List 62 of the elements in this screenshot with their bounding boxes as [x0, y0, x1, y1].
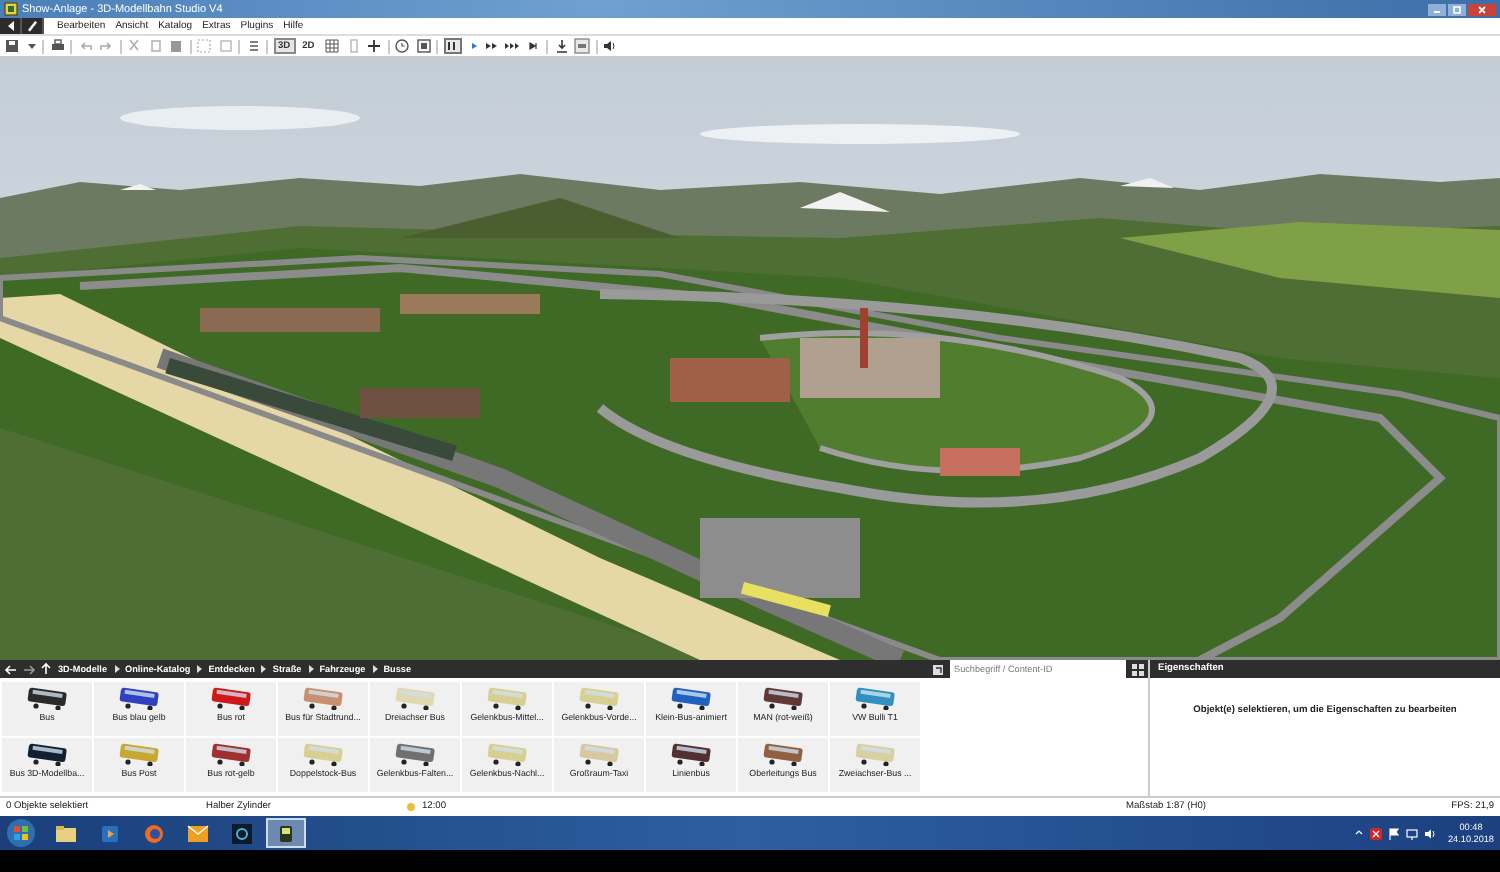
clock-icon[interactable]: [394, 38, 411, 54]
grid-view-icon[interactable]: [1132, 663, 1144, 675]
bus-thumbnail: [761, 742, 805, 766]
bus-thumbnail: [577, 742, 621, 766]
taskbar-app-button[interactable]: [266, 818, 306, 848]
bus-thumbnail: [301, 686, 345, 710]
maximize-icon[interactable]: [1448, 3, 1466, 15]
app-icon: [4, 2, 18, 16]
bus-thumbnail: [25, 742, 69, 766]
paste-icon[interactable]: [168, 38, 184, 54]
plus-icon[interactable]: [366, 38, 383, 54]
download-icon[interactable]: [553, 38, 570, 54]
list-icon[interactable]: [245, 38, 261, 54]
chevron-icon: [113, 664, 120, 674]
print-icon[interactable]: [49, 38, 65, 54]
bus-thumbnail: [117, 742, 161, 766]
browser-icon: [140, 819, 168, 847]
tray-caret-icon[interactable]: [1354, 828, 1364, 838]
edit-mode-button[interactable]: [22, 18, 44, 34]
network-icon[interactable]: [1406, 827, 1418, 839]
grid-icon[interactable]: [324, 38, 341, 54]
speaker-icon[interactable]: [1424, 827, 1436, 839]
chevron-icon: [371, 664, 378, 674]
warning-tray-icon[interactable]: [1370, 827, 1382, 839]
chevron-icon: [307, 664, 314, 674]
bus-thumbnail: [761, 686, 805, 710]
faster-forward-icon[interactable]: [504, 38, 521, 54]
back-button[interactable]: [0, 18, 22, 34]
close-icon[interactable]: [1468, 3, 1496, 15]
bus-thumbnail: [393, 742, 437, 766]
bus-thumbnail: [485, 742, 529, 766]
flag-icon[interactable]: [1388, 827, 1400, 839]
bus-thumbnail: [209, 686, 253, 710]
network-app-icon: [228, 819, 256, 847]
sun-icon: [406, 802, 416, 812]
back-arrow-icon[interactable]: [4, 663, 18, 675]
bus-thumbnail: [669, 742, 713, 766]
bus-thumbnail: [853, 742, 897, 766]
pause-button[interactable]: [443, 38, 462, 54]
up-arrow-icon[interactable]: [40, 662, 52, 676]
bus-thumbnail: [393, 686, 437, 710]
forward-arrow-icon[interactable]: [22, 663, 36, 675]
save-icon[interactable]: [4, 38, 20, 54]
chevron-icon: [196, 664, 203, 674]
caret-icon[interactable]: [25, 38, 37, 54]
bus-thumbnail: [301, 742, 345, 766]
bus-thumbnail: [669, 686, 713, 710]
play-icon[interactable]: [466, 38, 479, 54]
refresh-icon[interactable]: [932, 663, 944, 675]
bus-thumbnail: [853, 686, 897, 710]
bus-thumbnail: [209, 742, 253, 766]
minimize-icon[interactable]: [1428, 3, 1446, 15]
bus-thumbnail: [577, 686, 621, 710]
pause-icon: [446, 40, 459, 52]
start-button-icon[interactable]: [6, 818, 36, 848]
skip-forward-icon[interactable]: [525, 38, 542, 54]
bus-thumbnail: [25, 686, 69, 710]
bus-thumbnail: [485, 686, 529, 710]
bus-thumbnail: [117, 686, 161, 710]
mail-app-icon: [184, 819, 212, 847]
speaker-icon[interactable]: [602, 38, 619, 54]
chevron-icon: [260, 664, 267, 674]
